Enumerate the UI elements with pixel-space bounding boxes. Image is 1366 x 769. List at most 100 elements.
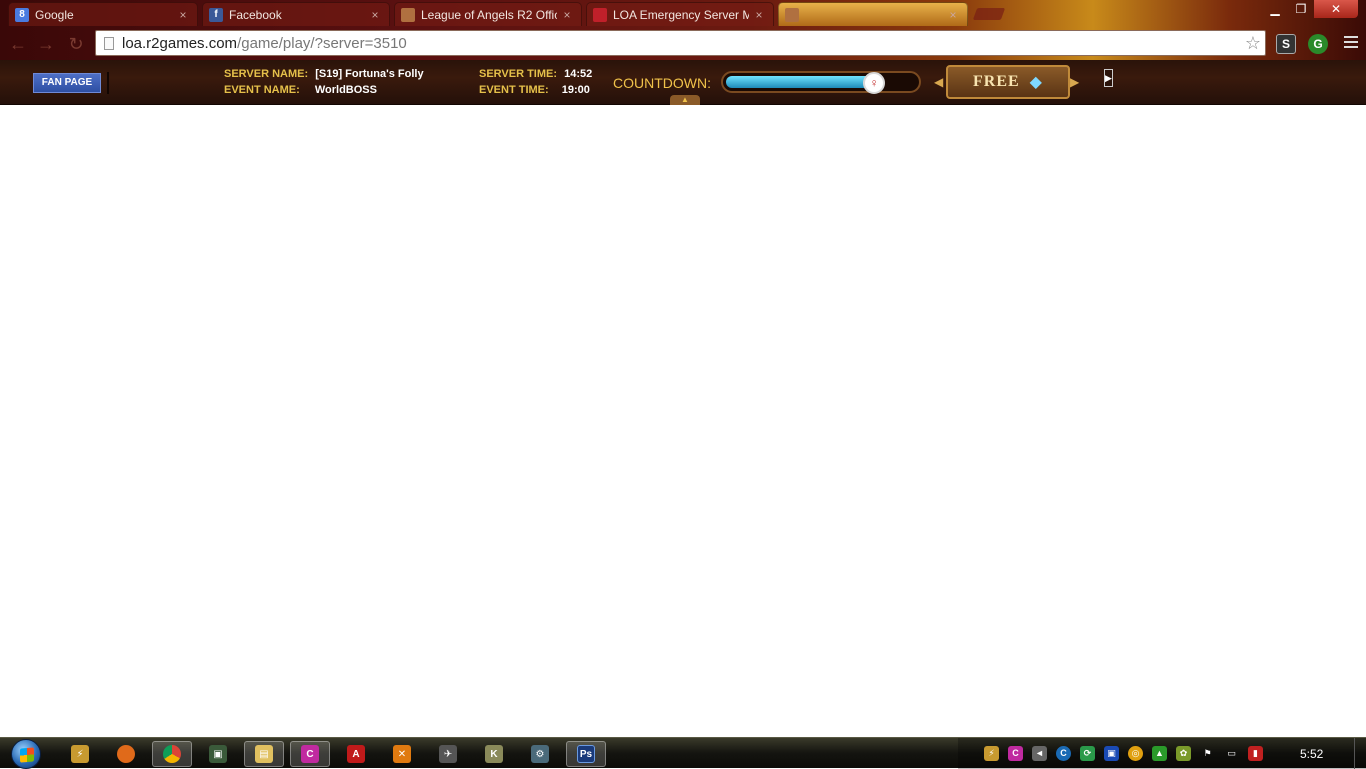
tab-loa-emergency[interactable]: LOA Emergency Server M × (586, 2, 774, 26)
minimize-button[interactable]: ▁ (1262, 0, 1288, 18)
reload-button[interactable]: ↻ (64, 32, 88, 56)
windows-taskbar: ⚡ ▣ ▤ C A ✕ ✈ K ⚙ Ps ⚡ C ◄ C ⟳ ▣ ◎ ▲ ✿ ⚑… (0, 737, 1366, 769)
tray-users-icon[interactable]: ✿ (1176, 746, 1191, 761)
google-icon: 8 (15, 7, 29, 22)
arrow-right-ornament: ▶ (1070, 75, 1080, 89)
address-bar[interactable]: loa.r2games.com/game/play/?server=3510 ☆ (95, 30, 1266, 56)
extension-g-icon[interactable]: G (1308, 34, 1328, 54)
server-name-row: SERVER NAME: [S19] Fortuna's Folly (224, 68, 424, 80)
free-label: FREE (973, 73, 1020, 90)
loa-game-icon (785, 7, 799, 22)
taskbar-app-x[interactable]: ✕ (382, 741, 422, 767)
expand-tab[interactable]: ▲ (670, 95, 700, 105)
taskbar-gear-app[interactable]: ⚙ (520, 741, 560, 767)
event-name-label: EVENT NAME: (224, 84, 300, 96)
page-icon (104, 36, 114, 50)
app-plane-icon: ✈ (439, 745, 457, 763)
close-icon[interactable]: × (369, 9, 381, 21)
new-tab-button[interactable] (972, 8, 1006, 20)
tray-network-icon[interactable]: ⟳ (1080, 746, 1095, 761)
event-name-row: EVENT NAME: WorldBOSS (224, 84, 377, 96)
bookmark-star-icon[interactable]: ☆ (1245, 33, 1261, 54)
gear-icon: ⚙ (531, 745, 549, 763)
tab-title: Facebook (229, 7, 282, 22)
tab-facebook[interactable]: f Facebook × (202, 2, 390, 26)
tray-triangle-icon[interactable]: ▲ (1152, 746, 1167, 761)
collapse-toggle[interactable]: ▶ (1104, 69, 1113, 87)
tray-skype-icon[interactable]: C (1056, 746, 1071, 761)
browser-toolbar: ← → ↻ loa.r2games.com/game/play/?server=… (0, 28, 1366, 60)
taskbar-firefox[interactable] (106, 741, 146, 767)
divider (107, 72, 109, 94)
fan-page-button[interactable]: FAN PAGE (33, 73, 101, 93)
close-icon[interactable]: × (177, 9, 189, 21)
taskbar-clock[interactable]: 5:52 (1300, 747, 1323, 761)
tab-title: League of Angels R2 Offic (421, 7, 557, 22)
game-canvas-area[interactable] (0, 105, 1366, 737)
tab-loa-game[interactable]: × (778, 2, 968, 26)
taskbar-app-plane[interactable]: ✈ (428, 741, 468, 767)
server-name-value: [S19] Fortuna's Folly (315, 68, 424, 80)
server-time-label: SERVER TIME: (479, 68, 558, 80)
countdown-knob-icon: ♀ (863, 72, 885, 94)
server-name-label: SERVER NAME: (224, 68, 309, 80)
windows-logo-icon (11, 738, 41, 769)
server-time-row: SERVER TIME: 14:52 (479, 68, 592, 80)
facebook-icon: f (209, 7, 223, 22)
tab-title: Google (35, 7, 74, 22)
acrobat-icon: A (347, 745, 365, 763)
event-time-value: 19:00 (561, 84, 590, 96)
volume-muted-icon[interactable]: ◄ (1032, 746, 1047, 761)
window-close-button[interactable]: ✕ (1314, 0, 1358, 18)
game-header-bar: FAN PAGE SERVER NAME: [S19] Fortuna's Fo… (0, 60, 1366, 105)
network-icon[interactable]: ▭ (1224, 746, 1239, 761)
tab-league-of-angels[interactable]: League of Angels R2 Offic × (394, 2, 582, 26)
countdown-bar: ♀ (721, 71, 921, 94)
taskbar-photoshop[interactable]: Ps (566, 741, 606, 767)
firefox-icon (117, 745, 135, 763)
restore-button[interactable]: ❐ (1288, 0, 1314, 18)
taskbar-chrome[interactable] (152, 741, 192, 767)
diamond-icon: ◆ (1029, 74, 1043, 91)
back-button[interactable]: ← (6, 32, 30, 56)
countdown-label: COUNTDOWN: (613, 75, 711, 91)
tray-norton-icon[interactable]: ◎ (1128, 746, 1143, 761)
close-icon[interactable]: × (753, 9, 765, 21)
extension-s-icon[interactable]: S (1276, 34, 1296, 54)
taskbar-app[interactable]: ⚡ (60, 741, 100, 767)
taskbar-explorer[interactable]: ▤ (244, 741, 284, 767)
monitor-icon: ▣ (209, 745, 227, 763)
event-name-value: WorldBOSS (314, 84, 377, 96)
tray-display-icon[interactable]: ▣ (1104, 746, 1119, 761)
show-desktop-button[interactable] (1354, 738, 1366, 769)
close-icon[interactable]: × (561, 9, 573, 21)
event-time-row: EVENT TIME: 19:00 (479, 84, 590, 96)
forward-button[interactable]: → (34, 32, 58, 56)
tab-google[interactable]: 8 Google × (8, 2, 198, 26)
url-host: loa.r2games.com (122, 34, 238, 52)
taskbar-monitor[interactable]: ▣ (198, 741, 238, 767)
photoshop-icon: Ps (577, 745, 595, 763)
taskbar-app-c[interactable]: C (290, 741, 330, 767)
taskbar-acrobat[interactable]: A (336, 741, 376, 767)
app-x-icon: ✕ (393, 745, 411, 763)
chrome-menu-icon[interactable] (1344, 36, 1358, 50)
server-time-value: 14:52 (564, 68, 593, 80)
system-tray: ⚡ C ◄ C ⟳ ▣ ◎ ▲ ✿ ⚑ ▭ ▮ 5:52 (958, 738, 1366, 769)
browser-chrome: 8 Google × f Facebook × League of Angels… (0, 0, 1366, 60)
counter-strike-icon: K (485, 745, 503, 763)
tab-strip: 8 Google × f Facebook × League of Angels… (0, 0, 1366, 28)
tray-app-icon[interactable]: ⚡ (984, 746, 999, 761)
app-icon: ⚡ (71, 745, 89, 763)
taskbar-counter-strike[interactable]: K (474, 741, 514, 767)
loa-emergency-icon (593, 7, 607, 22)
free-diamond-button[interactable]: FREE ◆ (946, 65, 1070, 99)
chrome-icon (163, 745, 181, 763)
tab-title: LOA Emergency Server M (613, 7, 749, 22)
league-of-angels-icon (401, 7, 415, 22)
close-icon[interactable]: × (947, 9, 959, 21)
tray-c-icon[interactable]: C (1008, 746, 1023, 761)
power-icon[interactable]: ▮ (1248, 746, 1263, 761)
action-center-flag-icon[interactable]: ⚑ (1200, 746, 1215, 761)
start-button[interactable] (6, 738, 46, 769)
